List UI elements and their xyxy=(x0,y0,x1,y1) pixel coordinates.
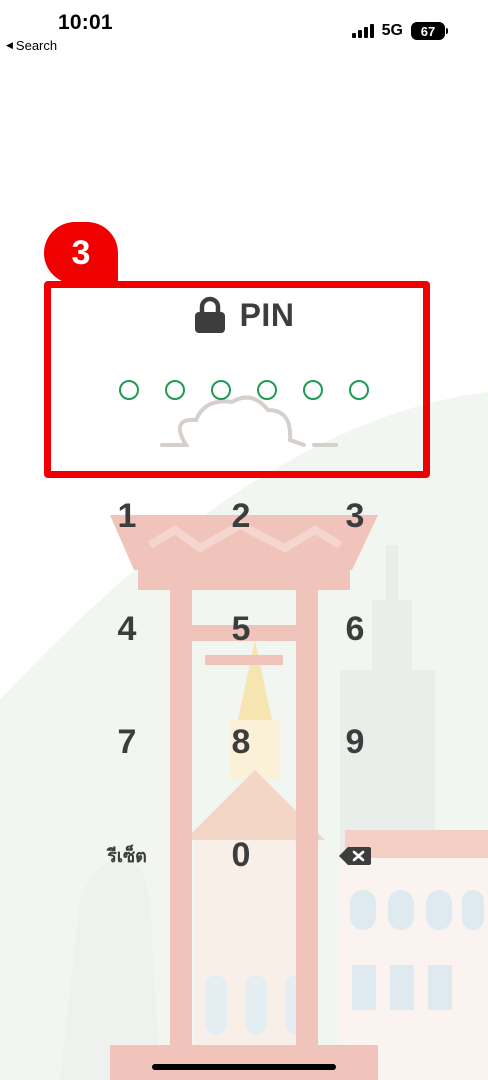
signal-icon xyxy=(351,24,374,38)
back-label: Search xyxy=(15,38,58,53)
status-indicators: 5G 67 xyxy=(351,22,448,40)
key-7[interactable]: 7 xyxy=(70,686,184,799)
reset-button[interactable]: รีเซ็ต xyxy=(70,799,184,912)
home-indicator[interactable] xyxy=(152,1064,336,1070)
battery-level: 67 xyxy=(411,22,445,40)
key-9[interactable]: 9 xyxy=(298,686,412,799)
status-bar: 10:01 ◀ Search 5G 67 xyxy=(0,0,488,62)
network-type: 5G xyxy=(381,22,403,39)
numeric-keypad: 1 2 3 4 5 6 7 8 9 รีเซ็ต 0 xyxy=(70,460,414,912)
key-6[interactable]: 6 xyxy=(298,573,412,686)
key-0[interactable]: 0 xyxy=(184,799,298,912)
back-arrow-icon: ◀ xyxy=(6,40,13,50)
annotation-highlight-box xyxy=(44,281,430,478)
battery-icon: 67 xyxy=(411,22,448,40)
backspace-icon xyxy=(339,846,371,865)
status-time: 10:01 xyxy=(58,11,113,34)
step-badge: 3 xyxy=(44,222,118,284)
key-5[interactable]: 5 xyxy=(184,573,298,686)
key-8[interactable]: 8 xyxy=(184,686,298,799)
backspace-button[interactable] xyxy=(298,799,412,912)
key-4[interactable]: 4 xyxy=(70,573,184,686)
back-to-search-link[interactable]: ◀ Search xyxy=(6,38,57,53)
